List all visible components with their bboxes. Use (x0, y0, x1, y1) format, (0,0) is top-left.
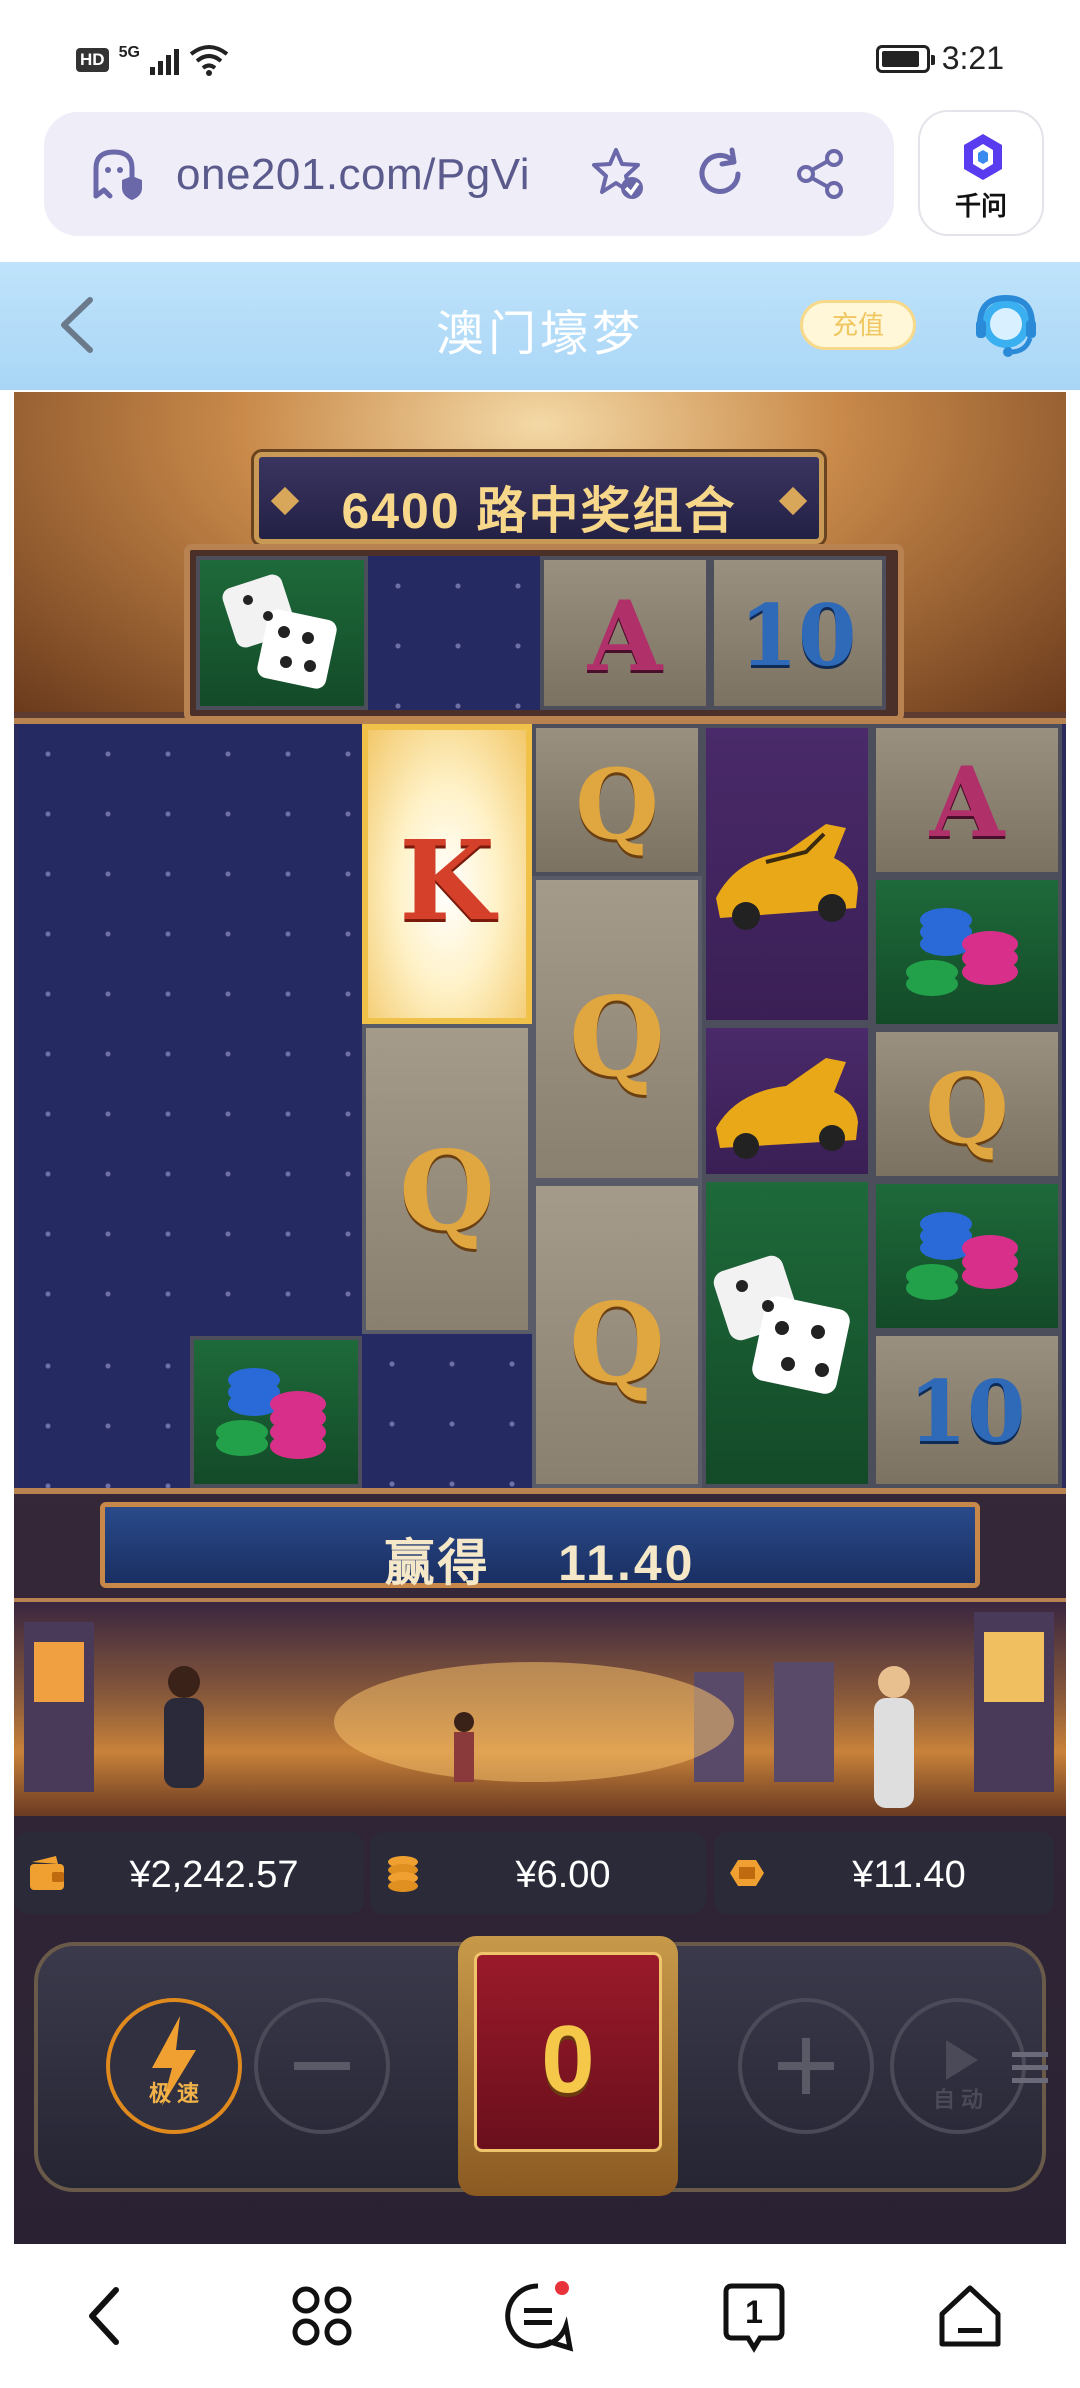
symbol-10: 10 (872, 1332, 1062, 1488)
symbol-empty (368, 556, 540, 710)
app-header: 澳门壕梦 充值 (0, 262, 1080, 390)
refresh-icon[interactable] (692, 146, 748, 202)
bottom-nav: 1 (0, 2244, 1080, 2388)
symbol-car (702, 1024, 872, 1178)
bet-box: ¥6.00 (370, 1832, 706, 1914)
home-icon[interactable] (932, 2278, 1008, 2354)
symbol-q: Q (532, 876, 702, 1182)
symbol-a: A (872, 724, 1062, 876)
ways-banner: 6400 路中奖组合 (254, 452, 824, 544)
address-bar[interactable]: one201.com/PgVi (44, 112, 894, 236)
customer-support-icon[interactable] (970, 290, 1042, 362)
reel1-empty (18, 724, 362, 1336)
plus-icon (778, 2038, 834, 2094)
balances-row: ¥2,242.57 ¥6.00 ¥11.40 (14, 1832, 1066, 1914)
prize-icon (730, 1860, 764, 1886)
qianwen-assistant-button[interactable]: 千问 (918, 110, 1044, 236)
casino-scene-image (14, 1598, 1066, 1816)
clock: 3:21 (941, 40, 1004, 76)
symbol-10: 10 (710, 556, 886, 710)
url-text[interactable]: one201.com/PgVi (176, 150, 530, 200)
recharge-button[interactable]: 充值 (800, 300, 916, 350)
main-reels: K Q Q Q Q A Q 10 (14, 718, 1066, 1494)
minus-icon (294, 2062, 350, 2070)
chips-icon (216, 1368, 326, 1459)
decrease-bet-button[interactable] (254, 1998, 390, 2134)
spin-button[interactable]: 0 (458, 1936, 678, 2196)
autoplay-button[interactable]: 自 动 (890, 1998, 1026, 2134)
balance-value: ¥2,242.57 (129, 1854, 299, 1896)
battery-icon (875, 44, 935, 73)
controls-panel: 极 速 0 自 动 (34, 1936, 1048, 2196)
win-value: ¥11.40 (852, 1854, 966, 1896)
wallet-icon (30, 1856, 64, 1890)
tabs-button[interactable]: 1 (716, 2278, 792, 2354)
symbol-q: Q (362, 1024, 532, 1334)
symbol-q: Q (532, 1182, 702, 1488)
win-label: 赢得 (384, 1535, 491, 1591)
symbol-dice (702, 1178, 872, 1488)
symbol-car (702, 724, 872, 1024)
turbo-button[interactable]: 极 速 (106, 1998, 242, 2134)
qianwen-label: 千问 (954, 191, 1007, 221)
symbol-a: A (540, 556, 710, 710)
spin-panel: 0 (474, 1952, 662, 2152)
win-bar: 赢得 11.40 (100, 1502, 980, 1591)
symbol-chips (872, 1180, 1062, 1332)
turbo-label: 极 速 (148, 2081, 200, 2106)
symbol-q: Q (872, 1028, 1062, 1180)
slot-game[interactable]: 6400 路中奖组合 A 10 K Q Q Q Q A Q 10 赢得 11.4… (14, 392, 1066, 2244)
qianwen-logo-icon (964, 134, 1002, 180)
chips-icon (906, 1212, 1018, 1300)
status-right: 3:21 (875, 40, 1004, 77)
status-bar: HD 5G 3:21 (0, 0, 1080, 110)
increase-bet-button[interactable] (738, 1998, 874, 2134)
tabs-count: 1 (745, 2294, 763, 2330)
lightning-icon (152, 2016, 196, 2106)
symbol-dice (196, 556, 368, 710)
ghost-shield-icon[interactable] (88, 146, 144, 202)
casino-floor-illustration (24, 1612, 1054, 1808)
share-icon[interactable] (792, 146, 848, 202)
sports-car-icon (716, 824, 858, 930)
menu-icon[interactable] (500, 2278, 576, 2354)
hd-badge: HD (76, 48, 109, 72)
dice-icon (222, 574, 337, 689)
coin-stack-icon (388, 1856, 418, 1892)
balance-box: ¥2,242.57 (14, 1832, 364, 1914)
nav-back-icon[interactable] (68, 2278, 144, 2354)
win-box: ¥11.40 (714, 1832, 1054, 1914)
page-title: 澳门壕梦 (435, 308, 644, 361)
top-reel: A 10 (184, 544, 904, 722)
win-amount: 11.40 (558, 1535, 696, 1591)
ways-text: 6400 路中奖组合 (341, 483, 737, 539)
signal-icon (149, 45, 179, 75)
menu-icon[interactable] (1012, 2046, 1048, 2090)
auto-label: 自 动 (932, 2087, 984, 2112)
wifi-icon (189, 45, 229, 76)
symbol-chips (190, 1336, 362, 1488)
reel2-empty (362, 1334, 532, 1488)
apps-icon[interactable] (284, 2278, 360, 2354)
star-check-icon[interactable] (590, 146, 646, 202)
status-left: HD 5G (76, 44, 229, 76)
spin-counter: 0 (541, 2006, 595, 2113)
sports-car-icon (716, 1058, 858, 1159)
reel1-empty-bottom (18, 1336, 190, 1488)
symbol-q: Q (532, 724, 702, 876)
chips-icon (906, 908, 1018, 996)
bet-value[interactable]: ¥6.00 (420, 1854, 706, 1897)
dice-icon (713, 1255, 850, 1394)
win-text: 赢得 11.40 (105, 1523, 975, 1595)
network-type: 5G (118, 44, 140, 61)
symbol-chips (872, 876, 1062, 1028)
symbol-k-winning: K (362, 724, 532, 1024)
